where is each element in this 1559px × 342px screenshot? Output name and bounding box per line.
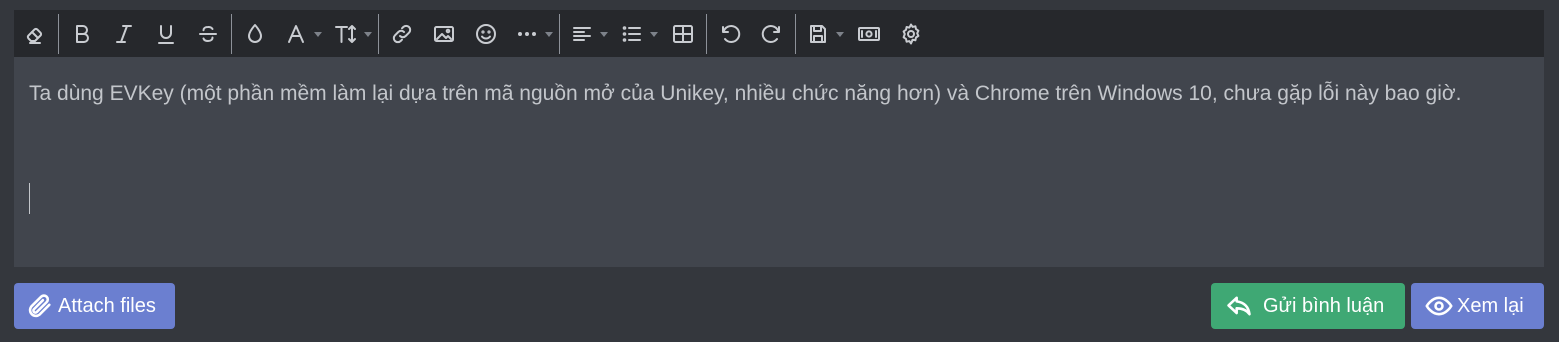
chevron-down-icon [364,31,372,37]
save-icon [810,24,826,43]
font-size-icon [335,24,356,43]
font-size-button[interactable] [326,14,376,54]
text-cursor [29,183,30,214]
redo-button[interactable] [751,14,793,54]
drafts-button[interactable] [798,14,848,54]
insert-table-button[interactable] [662,14,704,54]
rich-text-editor: Ta dùng EVKey (một phần mềm làm lại dựa … [14,10,1544,267]
link-icon [392,24,412,43]
list-icon [622,25,641,42]
preview-label: Xem lại [1457,294,1524,317]
chevron-down-icon [545,31,553,37]
bold-icon [76,24,89,43]
toolbar-separator [378,13,379,54]
droplet-icon [248,23,262,43]
image-icon [434,25,454,42]
smilies-button[interactable] [465,14,507,54]
toolbar-separator [58,13,59,54]
attach-files-button[interactable]: Attach files [14,283,175,329]
toolbar-separator [231,13,232,54]
gear-icon [902,23,920,44]
editor-toolbar [14,10,1544,57]
insert-image-button[interactable] [423,14,465,54]
table-icon [673,24,693,43]
chevron-down-icon [836,31,844,37]
bbcode-toggle-button[interactable] [890,14,932,54]
alignment-button[interactable] [562,14,612,54]
more-options-button[interactable] [507,14,557,54]
strikethrough-button[interactable] [187,14,229,54]
align-left-icon [573,26,591,41]
font-family-icon [288,24,304,43]
preview-button[interactable]: Xem lại [1411,283,1544,329]
submit-comment-label: Gửi bình luận [1263,294,1385,317]
toolbar-separator [706,13,707,54]
underline-button[interactable] [145,14,187,54]
chevron-down-icon [650,31,658,37]
toolbar-separator [795,13,796,54]
smile-icon [476,23,496,44]
toolbar-separator [559,13,560,54]
eye-icon [1425,296,1453,316]
remove-format-button[interactable] [14,14,56,54]
list-button[interactable] [612,14,662,54]
redo-icon [761,24,780,43]
attach-files-label: Attach files [58,294,156,317]
money-icon [858,26,880,41]
eraser-icon [26,27,43,44]
more-icon [518,31,536,36]
insert-link-button[interactable] [381,14,423,54]
submit-comment-button[interactable]: Gửi bình luận [1211,283,1405,329]
insert-price-button[interactable] [848,14,890,54]
strikethrough-icon [199,25,217,42]
undo-icon [722,24,741,43]
underline-icon [158,24,174,44]
text-color-button[interactable] [234,14,276,54]
chevron-down-icon [314,31,322,37]
italic-icon [116,24,132,43]
undo-button[interactable] [709,14,751,54]
reply-icon [1227,296,1251,316]
paperclip-icon [28,294,51,318]
editor-content[interactable]: Ta dùng EVKey (một phần mềm làm lại dựa … [29,78,1529,109]
italic-button[interactable] [103,14,145,54]
bold-button[interactable] [61,14,103,54]
chevron-down-icon [600,31,608,37]
font-family-button[interactable] [276,14,326,54]
